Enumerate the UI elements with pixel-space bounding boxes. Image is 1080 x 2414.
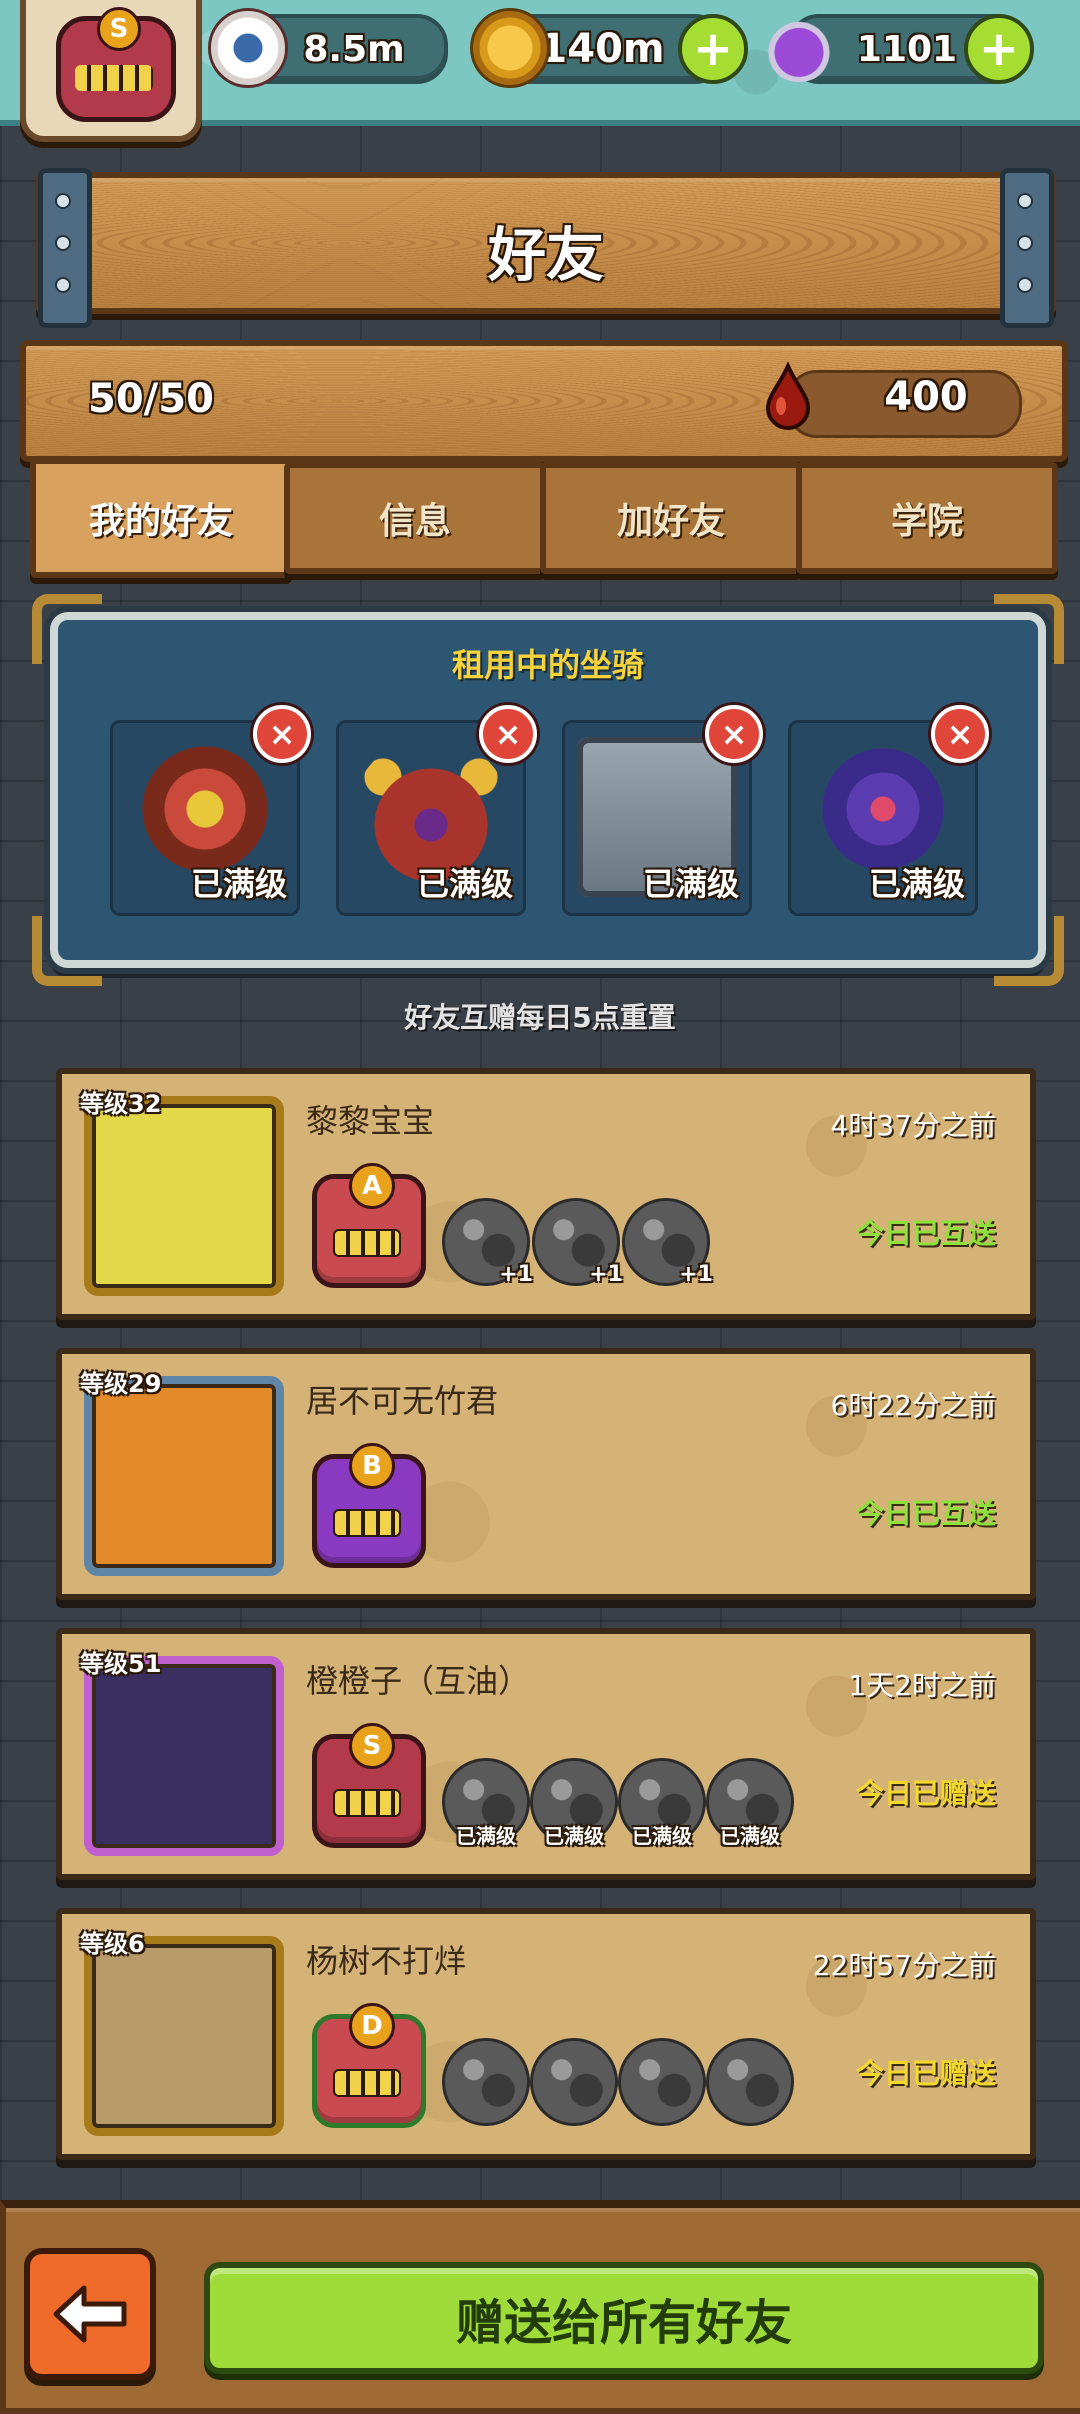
mount-level-label: 已满级 xyxy=(868,865,965,903)
friend-mount-icon: +1 xyxy=(532,1198,623,1287)
remove-mount-button[interactable]: × xyxy=(479,705,537,763)
friend-rank-badge: B xyxy=(312,1443,426,1568)
rented-mount-1[interactable]: 已满级 × xyxy=(110,705,311,916)
tab-academy[interactable]: 学院 xyxy=(796,462,1058,574)
player-rank-letter: S xyxy=(97,7,141,51)
friend-mount-icon xyxy=(530,2038,618,2126)
add-coins-button[interactable]: + xyxy=(678,14,748,84)
last-seen-time: 22时57分之前 xyxy=(812,1949,996,1982)
friend-name: 橙橙子（互油） xyxy=(306,1662,531,1700)
friend-rank-badge: S xyxy=(312,1723,426,1848)
friend-mount-icon: +1 xyxy=(442,1198,533,1287)
mount-level-label: 已满级 xyxy=(416,865,513,903)
friend-mount-icon: +1 xyxy=(622,1198,713,1287)
friend-mount-icon xyxy=(706,2038,794,2126)
friend-portrait-icon xyxy=(84,1096,284,1296)
rented-mount-4[interactable]: 已满级 × xyxy=(788,705,989,916)
friend-name: 居不可无竹君 xyxy=(306,1382,499,1420)
last-seen-time: 1天2时之前 xyxy=(848,1669,996,1702)
friend-card[interactable]: 等级29 居不可无竹君 6时22分之前 B 今日已互送 xyxy=(56,1348,1036,1600)
rented-mounts-title: 租用中的坐骑 xyxy=(451,646,644,684)
friend-rank-badge: D xyxy=(312,2003,426,2128)
coins-value: 140m xyxy=(539,26,665,72)
remove-mount-button[interactable]: × xyxy=(931,705,989,763)
friend-level: 等级29 xyxy=(80,1370,162,1398)
mount-level-label: 已满级 xyxy=(190,865,287,903)
friend-mount-icon: 已满级 xyxy=(530,1758,618,1848)
friend-mount-icon: 已满级 xyxy=(706,1758,794,1848)
gift-status: 今日已赠送 xyxy=(855,2057,996,2090)
friend-mount-icon: 已满级 xyxy=(618,1758,706,1848)
add-potion-button[interactable]: + xyxy=(964,14,1034,84)
eyeball-icon xyxy=(208,8,288,88)
rented-mount-2[interactable]: 已满级 × xyxy=(336,705,537,916)
friend-mount-icon xyxy=(618,2038,706,2126)
eyes-value: 8.5m xyxy=(303,28,405,70)
gift-status: 今日已互送 xyxy=(855,1217,996,1250)
potion-value: 1101 xyxy=(856,28,958,70)
monster-rank-badge-icon: S xyxy=(56,7,176,122)
gift-all-friends-button[interactable]: 赠送给所有好友 xyxy=(204,2262,1044,2374)
arrow-left-icon xyxy=(53,2285,127,2343)
daily-reset-note: 好友互赠每日5点重置 xyxy=(404,1001,676,1034)
friend-portrait-icon xyxy=(84,1376,284,1576)
blood-drop-icon xyxy=(765,362,811,430)
tab-add-friend[interactable]: 加好友 xyxy=(540,462,802,574)
mount-level-label: 已满级 xyxy=(642,865,739,903)
friend-name: 黎黎宝宝 xyxy=(306,1102,435,1140)
tab-messages[interactable]: 信息 xyxy=(284,462,546,574)
potion-icon xyxy=(762,8,836,82)
remove-mount-button[interactable]: × xyxy=(253,705,311,763)
friend-level: 等级6 xyxy=(80,1930,145,1958)
friend-rank-badge: A xyxy=(312,1163,426,1288)
tab-my-friends[interactable]: 我的好友 xyxy=(30,458,292,578)
player-avatar[interactable]: S xyxy=(20,0,202,142)
rented-mounts-panel: 租用中的坐骑 已满级 × 已满级 × 已满级 × 已满级 × xyxy=(32,594,1064,986)
blood-value: 400 xyxy=(884,374,968,420)
remove-mount-button[interactable]: × xyxy=(705,705,763,763)
friend-card[interactable]: 等级32 黎黎宝宝 4时37分之前 A +1 +1 +1 今日已互送 xyxy=(56,1068,1036,1320)
page-title: 好友 xyxy=(487,221,604,289)
friend-portrait-icon xyxy=(84,1656,284,1856)
friend-level: 等级51 xyxy=(80,1650,162,1678)
friends-stats: 50/50 400 xyxy=(20,340,1068,462)
coin-icon xyxy=(470,8,550,88)
friend-portrait-icon xyxy=(84,1936,284,2136)
friend-card[interactable]: 等级51 橙橙子（互油） 1天2时之前 S 已满级 已满级 已满级 已满级 今日… xyxy=(56,1628,1036,1880)
friend-name: 杨树不打烊 xyxy=(306,1942,467,1980)
friend-level: 等级32 xyxy=(80,1090,162,1118)
last-seen-time: 4时37分之前 xyxy=(830,1109,996,1142)
friend-mount-icon: 已满级 xyxy=(442,1758,530,1848)
gift-all-label: 赠送给所有好友 xyxy=(455,2295,792,2351)
friend-count: 50/50 xyxy=(88,376,214,422)
title-plank: 好友 xyxy=(36,168,1056,328)
rented-mount-3[interactable]: 已满级 × xyxy=(562,705,763,916)
gift-status: 今日已赠送 xyxy=(855,1777,996,1810)
friend-card[interactable]: 等级6 杨树不打烊 22时57分之前 D 今日已赠送 xyxy=(56,1908,1036,2160)
friend-mount-icon xyxy=(442,2038,530,2126)
gift-status: 今日已互送 xyxy=(855,1497,996,1530)
back-button[interactable] xyxy=(24,2248,156,2380)
last-seen-time: 6时22分之前 xyxy=(830,1389,996,1422)
